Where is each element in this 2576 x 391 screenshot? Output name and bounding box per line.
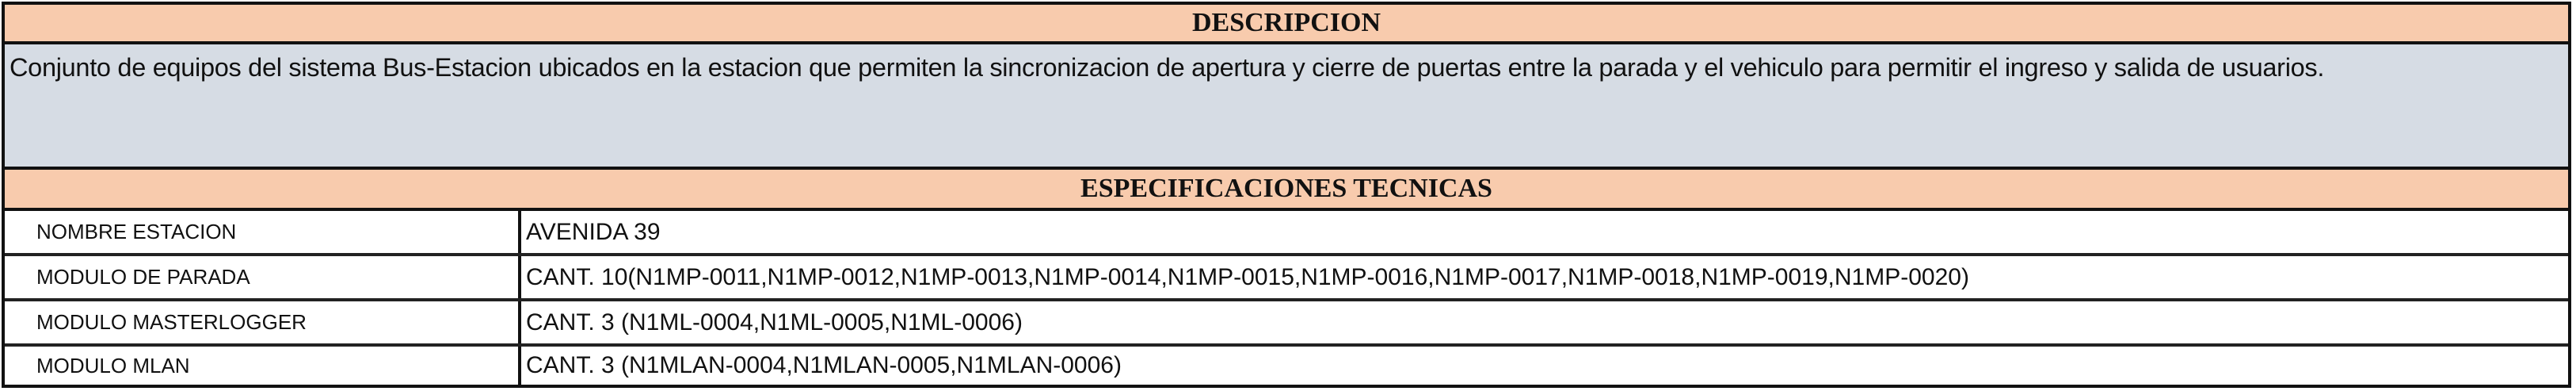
description-header: DESCRIPCION	[5, 5, 2568, 44]
spec-value: CANT. 10(N1MP-0011,N1MP-0012,N1MP-0013,N…	[526, 263, 1969, 290]
spec-value: CANT. 3 (N1ML-0004,N1ML-0005,N1ML-0006)	[526, 309, 1023, 335]
table-row: NOMBRE ESTACION AVENIDA 39	[5, 211, 2568, 256]
spec-label: NOMBRE ESTACION	[5, 211, 521, 253]
spec-label: MODULO DE PARADA	[5, 256, 521, 298]
table-row: MODULO DE PARADA CANT. 10(N1MP-0011,N1MP…	[5, 256, 2568, 301]
spec-value: CANT. 3 (N1MLAN-0004,N1MLAN-0005,N1MLAN-…	[526, 352, 1122, 378]
spec-sheet-table: DESCRIPCION Conjunto de equipos del sist…	[2, 2, 2571, 388]
description-text: Conjunto de equipos del sistema Bus-Esta…	[5, 44, 2568, 170]
specs-header: ESPECIFICACIONES TECNICAS	[5, 170, 2568, 211]
table-row: MODULO MLAN CANT. 3 (N1MLAN-0004,N1MLAN-…	[5, 347, 2568, 385]
spec-value: AVENIDA 39	[526, 218, 661, 245]
table-row: MODULO MASTERLOGGER CANT. 3 (N1ML-0004,N…	[5, 301, 2568, 347]
spec-label: MODULO MLAN	[5, 347, 521, 385]
spec-label: MODULO MASTERLOGGER	[5, 301, 521, 343]
